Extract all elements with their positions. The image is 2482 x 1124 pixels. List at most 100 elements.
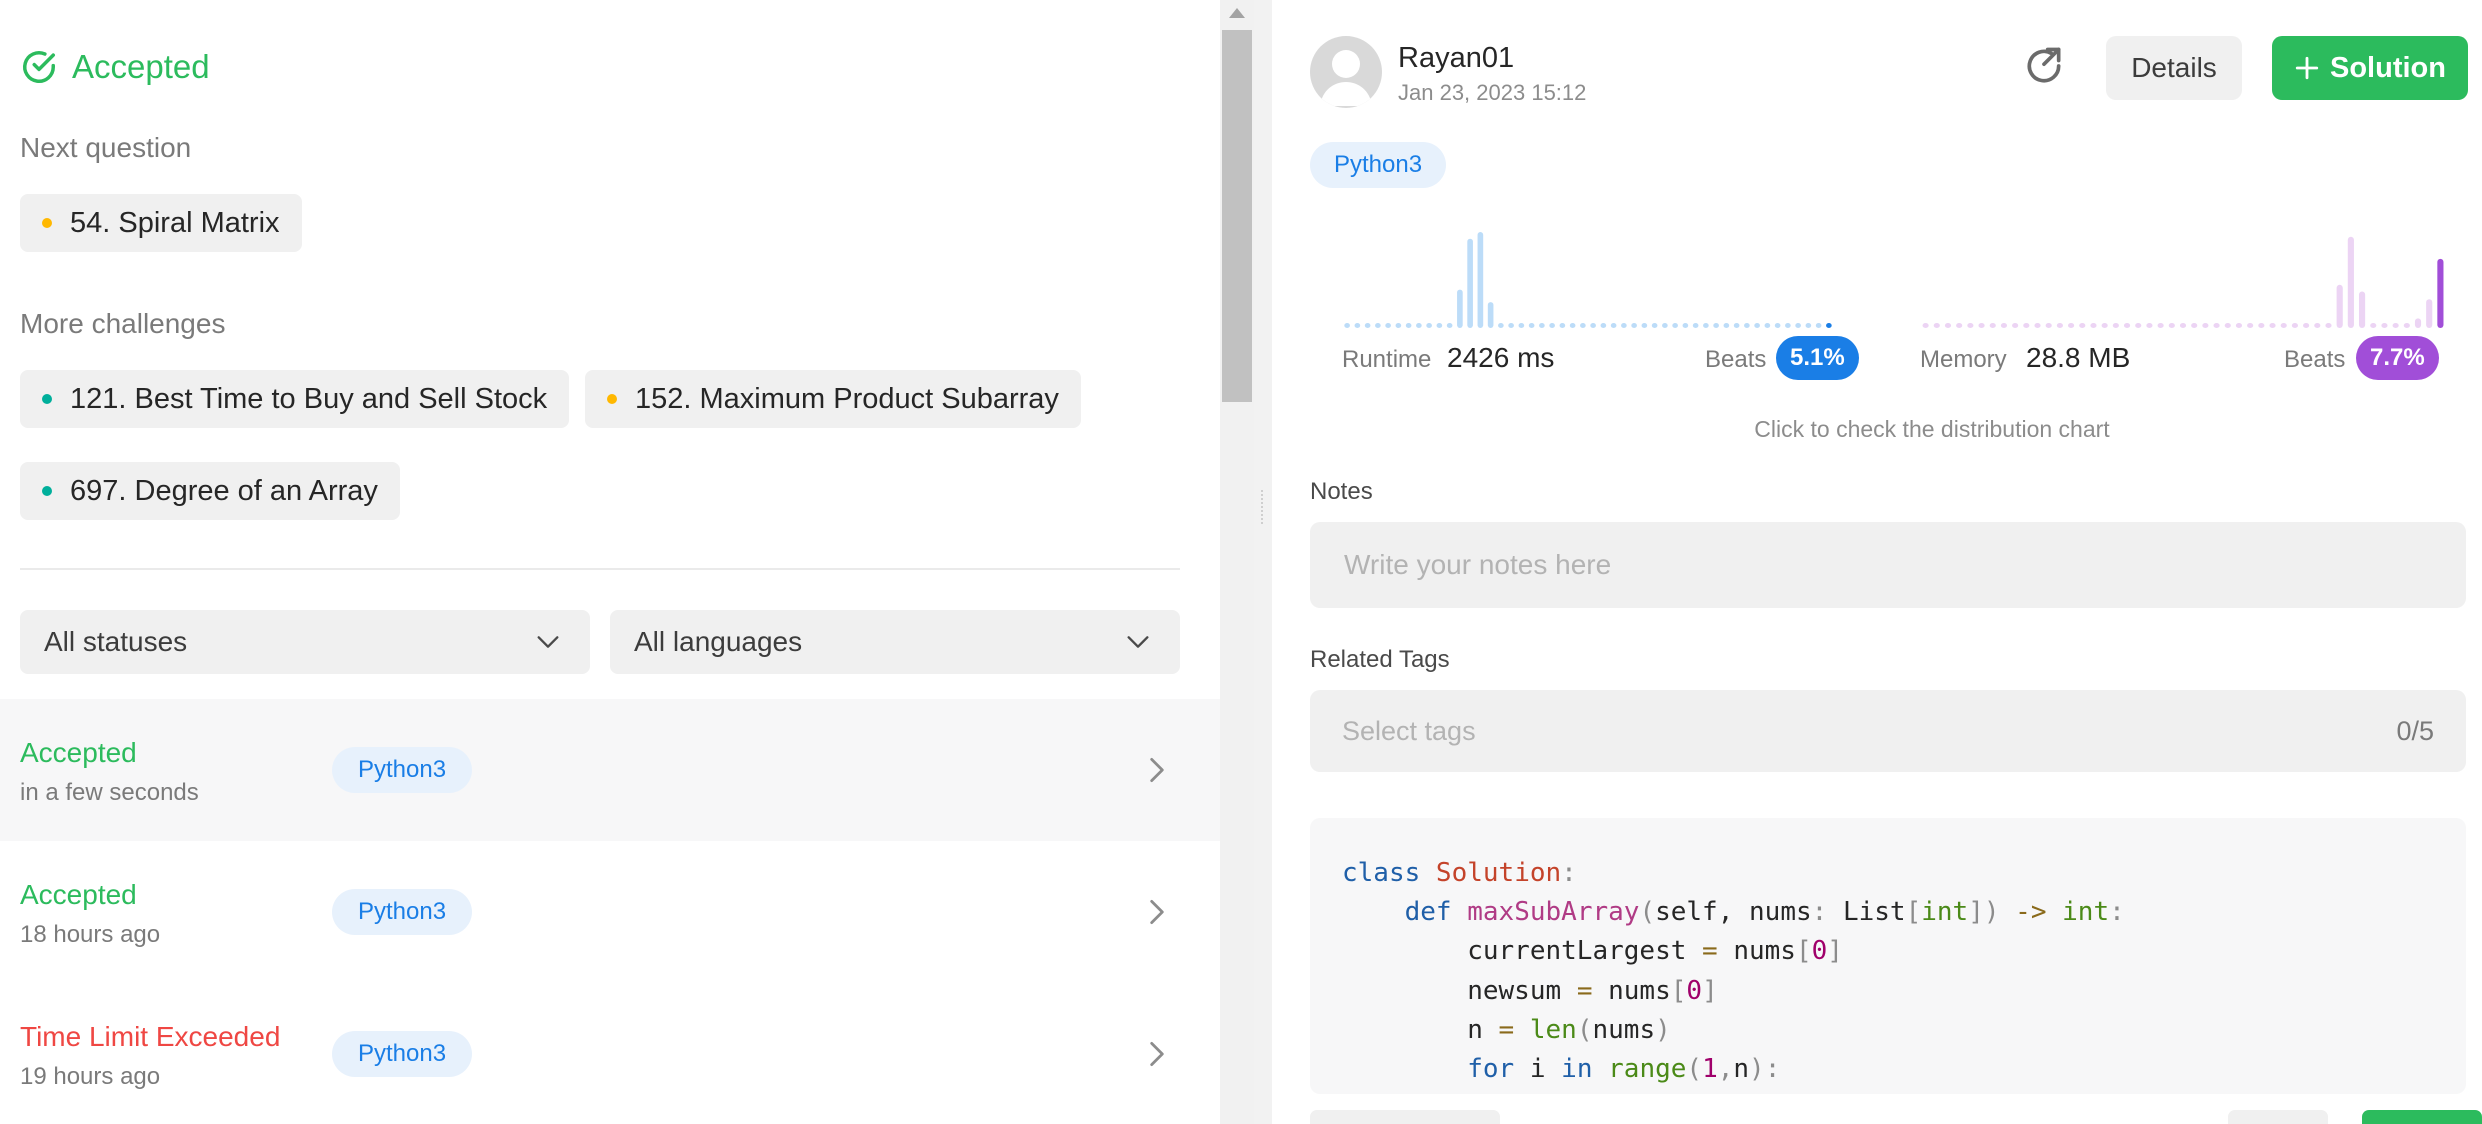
distribution-bar[interactable] [2202, 323, 2209, 328]
distribution-bar[interactable] [1498, 323, 1504, 328]
distribution-bar[interactable] [2291, 323, 2298, 328]
distribution-bar[interactable] [1518, 323, 1525, 328]
share-icon[interactable] [2022, 44, 2066, 88]
distribution-bar[interactable] [2146, 323, 2153, 328]
distribution-bar[interactable] [1600, 323, 1607, 328]
distribution-bar[interactable] [2370, 323, 2377, 328]
distribution-bar[interactable] [2336, 284, 2343, 328]
distribution-bar[interactable] [1539, 323, 1545, 328]
distribution-bar[interactable] [2012, 323, 2019, 328]
distribution-bar[interactable] [1580, 323, 1586, 328]
distribution-bar[interactable] [2079, 323, 2086, 328]
status-filter-select[interactable]: All statuses [20, 610, 590, 674]
distribution-bar[interactable] [1805, 323, 1812, 328]
distribution-bar[interactable] [1354, 323, 1361, 328]
distribution-bar[interactable] [1754, 323, 1760, 328]
distribution-bar[interactable] [2235, 323, 2243, 328]
distribution-bar[interactable] [1569, 323, 1576, 328]
distribution-bar[interactable] [2123, 323, 2131, 328]
distribution-bar[interactable] [2280, 323, 2287, 328]
submission-row[interactable]: Accepted in a few seconds Python3 [0, 699, 1220, 841]
avatar[interactable] [1310, 36, 1382, 108]
distribution-bar[interactable] [2068, 323, 2075, 328]
distribution-bar[interactable] [1785, 323, 1791, 328]
scrollbar-thumb[interactable] [1222, 30, 1252, 402]
distribution-bar[interactable] [2258, 323, 2265, 328]
distribution-bar[interactable] [1764, 323, 1771, 328]
distribution-bar[interactable] [2179, 323, 2187, 328]
distribution-bar[interactable] [1477, 232, 1484, 328]
distribution-bar[interactable] [2045, 323, 2052, 328]
distribution-bar[interactable] [1672, 323, 1678, 328]
distribution-bar[interactable] [1703, 323, 1709, 328]
distribution-bar[interactable] [1662, 323, 1668, 328]
distribution-bar[interactable] [1989, 323, 1996, 328]
submission-row[interactable]: Time Limit Exceeded 19 hours ago Python3 [0, 983, 1220, 1124]
distribution-bar[interactable] [1385, 323, 1391, 328]
distribution-bar[interactable] [2347, 236, 2354, 328]
challenge-chip[interactable]: 697. Degree of an Array [20, 462, 400, 520]
user-name[interactable]: Rayan01 [1398, 42, 1514, 75]
notes-input[interactable]: Write your notes here [1310, 522, 2466, 608]
distribution-bar[interactable] [2135, 323, 2142, 328]
distribution-bar[interactable] [1815, 323, 1822, 328]
distribution-bar[interactable] [1508, 323, 1514, 328]
distribution-hint[interactable]: Click to check the distribution chart [1272, 416, 2482, 443]
distribution-bar[interactable] [1944, 323, 1952, 328]
distribution-bar[interactable] [2269, 323, 2276, 328]
distribution-bar[interactable] [2358, 291, 2366, 328]
distribution-bar[interactable] [1733, 323, 1740, 328]
distribution-bar[interactable] [1610, 323, 1617, 328]
distribution-bar[interactable] [2034, 323, 2041, 328]
tags-select[interactable]: Select tags 0/5 [1310, 690, 2466, 772]
distribution-bar[interactable] [2112, 323, 2119, 328]
distribution-bar[interactable] [1922, 323, 1929, 328]
challenge-chip[interactable]: 152. Maximum Product Subarray [585, 370, 1081, 428]
bottom-button-edge[interactable] [2362, 1110, 2482, 1124]
distribution-bar[interactable] [2101, 323, 2108, 328]
distribution-bar[interactable] [1713, 323, 1719, 328]
distribution-bar[interactable] [1416, 323, 1422, 328]
distribution-bar[interactable] [2403, 323, 2410, 328]
distribution-bar[interactable] [1692, 323, 1699, 328]
distribution-bar[interactable] [2381, 323, 2388, 328]
runtime-distribution-chart[interactable] [1342, 222, 1834, 328]
distribution-bar[interactable] [2090, 323, 2097, 328]
distribution-bar[interactable] [2414, 318, 2422, 328]
distribution-bar[interactable] [2437, 258, 2444, 328]
distribution-bar[interactable] [1826, 323, 1832, 328]
scroll-up-arrow-icon[interactable] [1229, 8, 1245, 18]
distribution-bar[interactable] [2314, 323, 2321, 328]
distribution-bar[interactable] [2056, 323, 2063, 328]
distribution-bar[interactable] [1457, 289, 1463, 328]
distribution-bar[interactable] [1956, 323, 1963, 328]
distribution-bar[interactable] [1395, 323, 1402, 328]
distribution-bar[interactable] [2325, 323, 2332, 328]
bottom-button-edge[interactable] [2228, 1110, 2328, 1124]
code-viewer[interactable]: class Solution: def maxSubArray(self, nu… [1310, 818, 2466, 1094]
distribution-bar[interactable] [2157, 323, 2164, 328]
distribution-bar[interactable] [1641, 323, 1648, 328]
distribution-bar[interactable] [1933, 323, 1940, 328]
distribution-bar[interactable] [1405, 323, 1412, 328]
distribution-bar[interactable] [1682, 323, 1689, 328]
distribution-bar[interactable] [2168, 323, 2175, 328]
details-button[interactable]: Details [2106, 36, 2242, 100]
distribution-bar[interactable] [1631, 323, 1637, 328]
distribution-bar[interactable] [1375, 323, 1381, 328]
distribution-bar[interactable] [1621, 323, 1627, 328]
distribution-bar[interactable] [1549, 323, 1555, 328]
distribution-bar[interactable] [2303, 323, 2310, 328]
distribution-bar[interactable] [2023, 323, 2030, 328]
memory-distribution-chart[interactable] [1920, 222, 2446, 328]
challenge-chip[interactable]: 121. Best Time to Buy and Sell Stock [20, 370, 570, 428]
distribution-bar[interactable] [2000, 323, 2008, 328]
distribution-bar[interactable] [1651, 323, 1658, 328]
splitter-handle-icon[interactable] [1261, 490, 1265, 524]
distribution-bar[interactable] [1744, 323, 1750, 328]
distribution-bar[interactable] [2191, 323, 2198, 328]
distribution-bar[interactable] [2213, 323, 2220, 328]
submission-row[interactable]: Accepted 18 hours ago Python3 [0, 841, 1220, 983]
distribution-bar[interactable] [1467, 238, 1473, 328]
distribution-bar[interactable] [1559, 323, 1566, 328]
